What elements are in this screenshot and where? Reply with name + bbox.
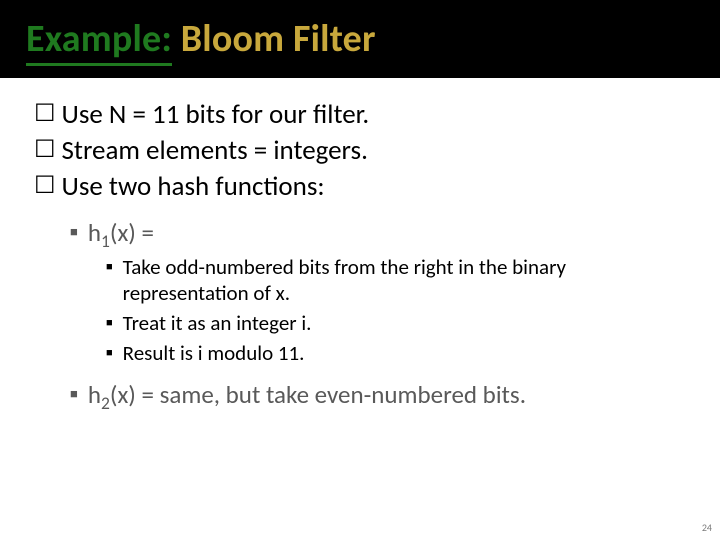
bullet-text: Result is i modulo 11. bbox=[123, 340, 305, 366]
filled-square-bullet-icon: ■ bbox=[70, 218, 78, 248]
filled-square-bullet-icon: ■ bbox=[70, 380, 78, 410]
bullet-h1-step-integer: ■ Treat it as an integer i. bbox=[106, 310, 686, 336]
content-area: ☐ Use N = 11 bits for our filter. ☐ Stre… bbox=[0, 78, 720, 410]
filled-square-bullet-icon: ■ bbox=[106, 254, 113, 280]
page-number: 24 bbox=[702, 521, 712, 534]
title-part-bloom: Bloom Filter bbox=[172, 16, 376, 62]
h2-subscript: 2 bbox=[101, 392, 110, 414]
bullet-stream-elements: ☐ Stream elements = integers. bbox=[34, 134, 686, 168]
bullet-h1-step-modulo: ■ Result is i modulo 11. bbox=[106, 340, 686, 366]
h2-pre: h bbox=[88, 379, 101, 410]
bullet-text: Use two hash functions: bbox=[62, 170, 325, 204]
title-part-example: Example: bbox=[26, 16, 172, 66]
bullet-text: Treat it as an integer i. bbox=[123, 310, 312, 336]
bullet-h1-step-odd-bits: ■ Take odd-numbered bits from the right … bbox=[106, 254, 686, 306]
square-bullet-icon: ☐ bbox=[34, 98, 56, 130]
square-bullet-icon: ☐ bbox=[34, 134, 56, 166]
bullet-h1: ■ h1(x) = bbox=[70, 218, 686, 248]
square-bullet-icon: ☐ bbox=[34, 170, 56, 202]
h1-post: (x) = bbox=[110, 217, 154, 248]
h1-definition: h1(x) = bbox=[88, 218, 154, 248]
h2-post: (x) = same, but take even-numbered bits. bbox=[110, 379, 526, 410]
h1-pre: h bbox=[88, 217, 101, 248]
bullet-h2: ■ h2(x) = same, but take even-numbered b… bbox=[70, 380, 686, 410]
bullet-text: Use N = 11 bits for our filter. bbox=[62, 98, 370, 132]
bullet-text: Take odd-numbered bits from the right in… bbox=[123, 254, 686, 306]
h2-definition: h2(x) = same, but take even-numbered bit… bbox=[88, 380, 526, 410]
bullet-use-n: ☐ Use N = 11 bits for our filter. bbox=[34, 98, 686, 132]
filled-square-bullet-icon: ■ bbox=[106, 310, 113, 336]
h1-subscript: 1 bbox=[101, 230, 110, 252]
slide-title: Example: Bloom Filter bbox=[26, 16, 376, 62]
filled-square-bullet-icon: ■ bbox=[106, 340, 113, 366]
title-bar: Example: Bloom Filter bbox=[0, 0, 720, 78]
bullet-text: Stream elements = integers. bbox=[62, 134, 368, 168]
bullet-hash-functions: ☐ Use two hash functions: bbox=[34, 170, 686, 204]
